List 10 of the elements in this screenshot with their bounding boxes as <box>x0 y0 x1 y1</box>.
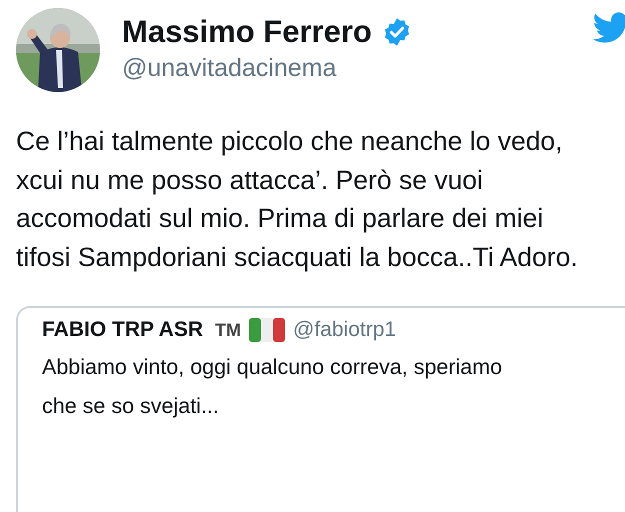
bird-icon <box>593 12 625 44</box>
tweet-text: Ce l’hai talmente piccolo che neanche lo vedo, xcui nu me posso attacca’. Però se vuoi accomodati sul mio. Prima di parlare dei miei tifosi Sampdoriani sciacquati la bocca..Ti Adoro. <box>15 125 579 274</box>
author-handle[interactable]: @unavitadacinema <box>122 54 412 83</box>
flag-icon <box>249 318 286 342</box>
quoted-tweet-text: Abbiamo vinto, oggi qualcuno correva, speriamo che se so svejati... <box>42 354 504 420</box>
quoted-author-name: FABIO TRP ASR <box>42 318 204 342</box>
quoted-author-handle: @fabiotrp1 <box>293 318 396 342</box>
quoted-tweet-card[interactable]: FABIO TRP ASR TM @fabiotrp1 Abbiamo vinto, oggi qualcuno correva, speriamo che se so svejati... <box>16 306 625 512</box>
author-name[interactable]: Massimo Ferrero <box>122 14 372 50</box>
name-suffix: TM <box>215 320 242 340</box>
